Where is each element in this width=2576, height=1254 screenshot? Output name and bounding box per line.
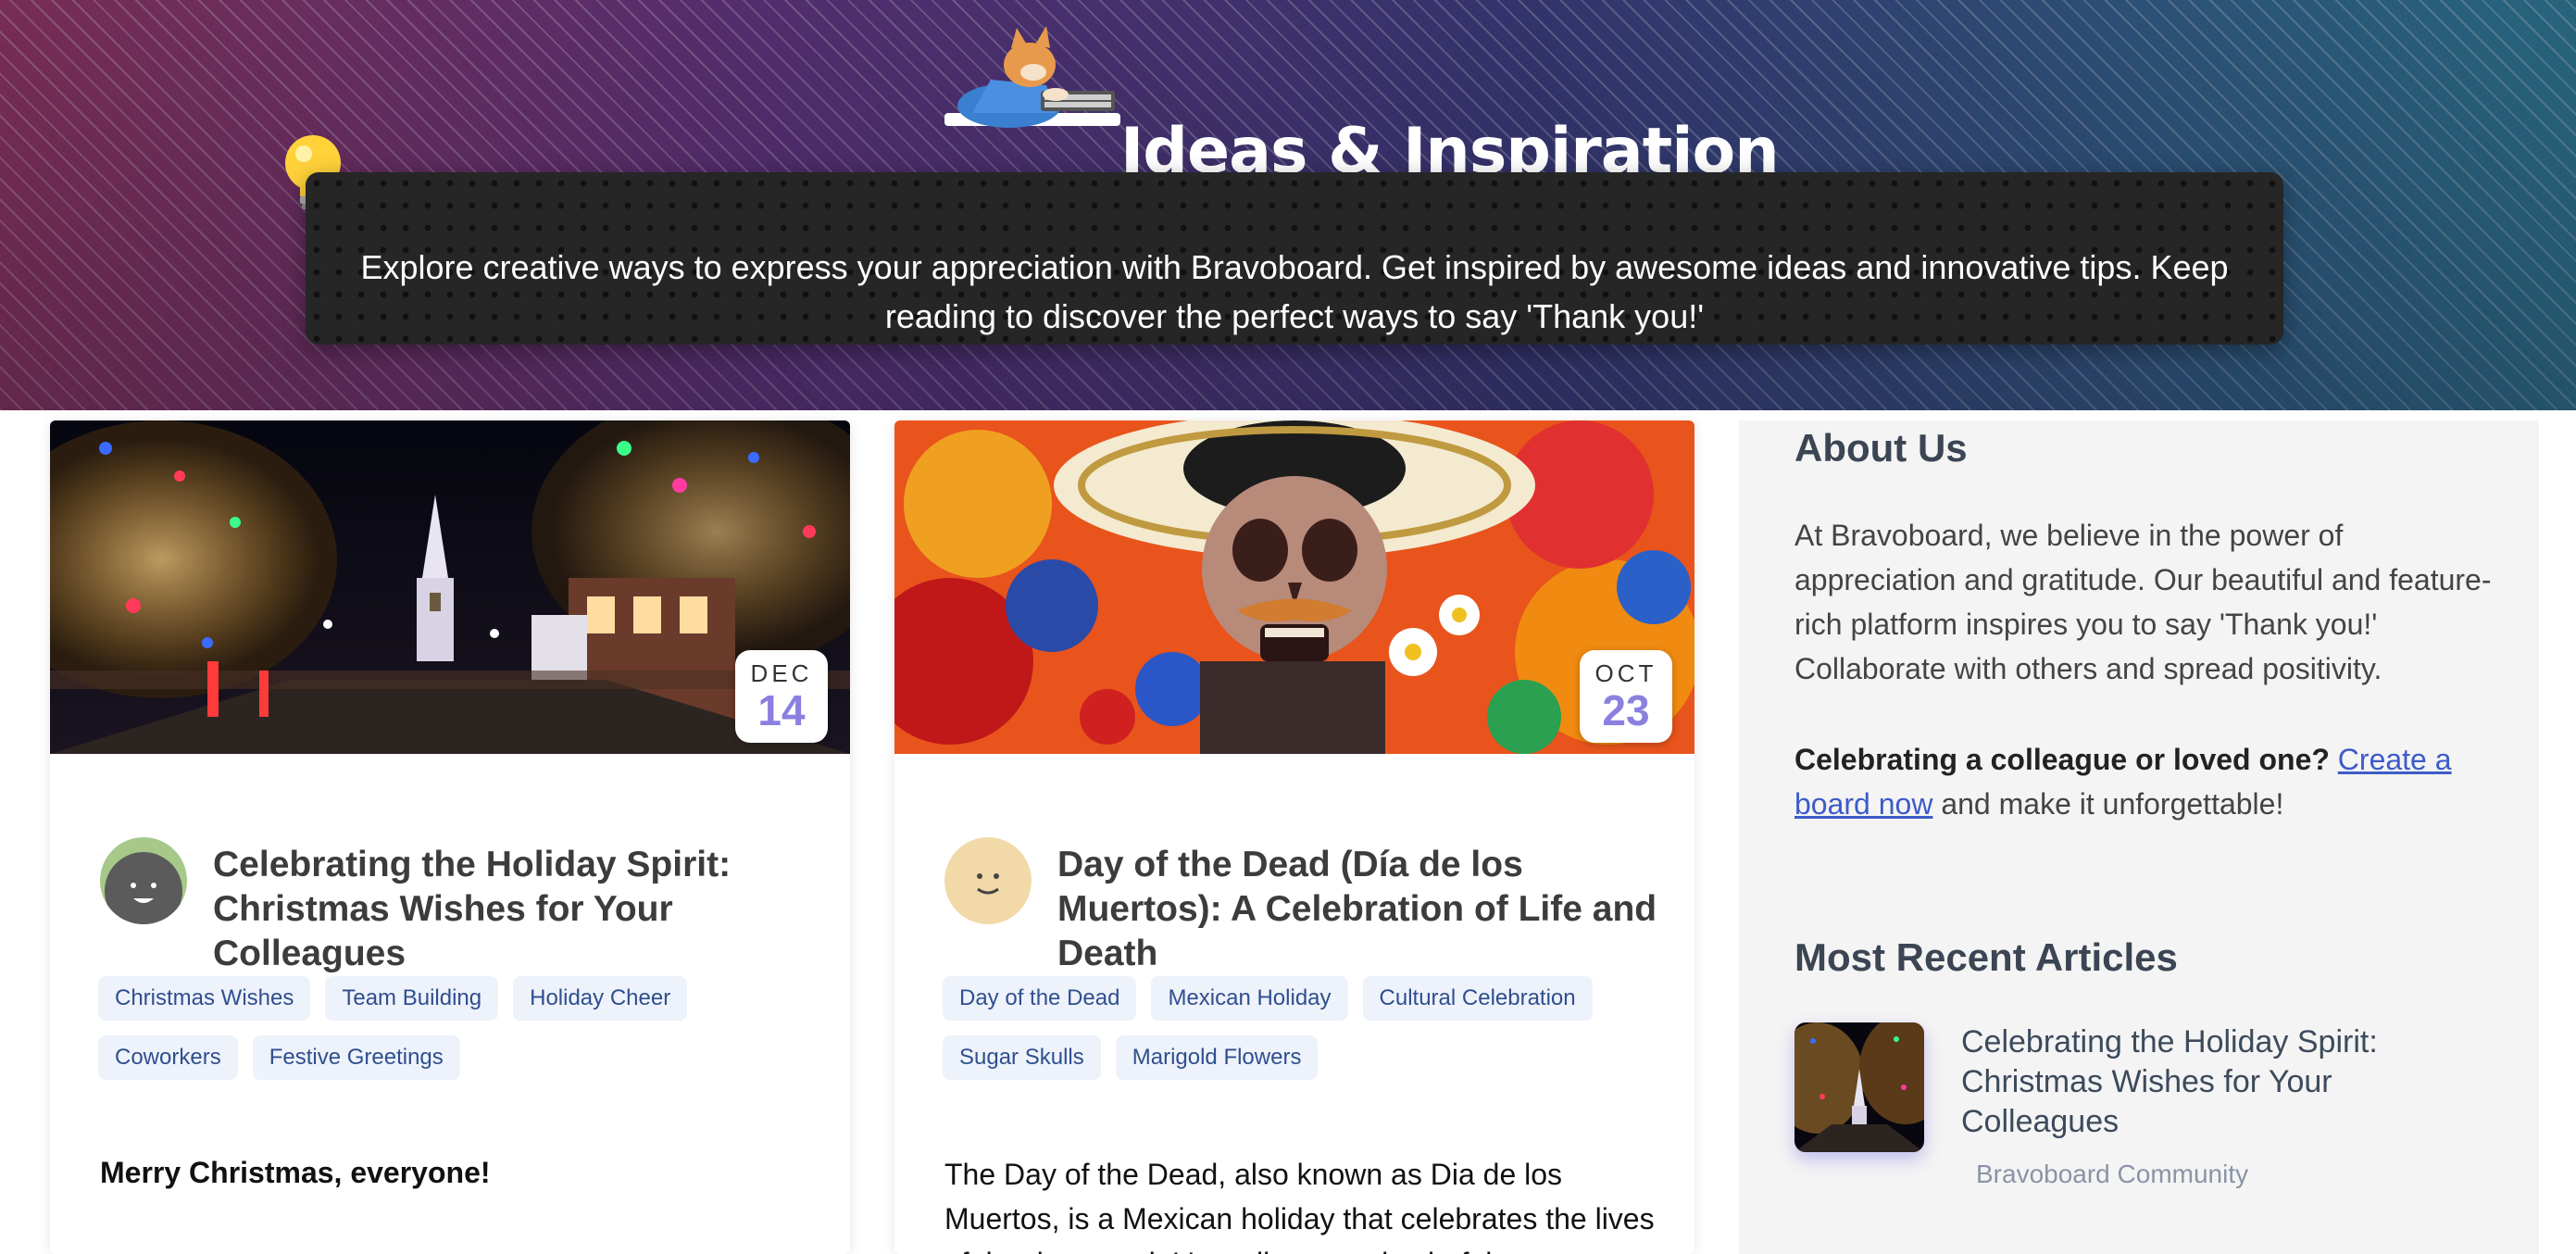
tag[interactable]: Team Building <box>325 976 499 1021</box>
recent-articles-heading: Most Recent Articles <box>1794 935 2178 979</box>
date-badge: DEC 14 <box>735 650 828 743</box>
tag-list: Christmas Wishes Team Building Holiday C… <box>98 976 820 1080</box>
article-excerpt: The Day of the Dead, also known as Dia d… <box>944 1158 1655 1254</box>
about-heading: About Us <box>1794 426 1968 470</box>
article-image-day-of-the-dead[interactable]: OCT 23 <box>894 420 1694 754</box>
date-day: 14 <box>757 686 806 734</box>
celebrate-question: Celebrating a colleague or loved one? <box>1794 743 2330 776</box>
tag[interactable]: Sugar Skulls <box>943 1035 1101 1080</box>
recent-article-thumbnail[interactable] <box>1794 1022 1924 1152</box>
recent-article-author: Bravoboard Community <box>1976 1160 2249 1188</box>
tag[interactable]: Christmas Wishes <box>98 976 311 1021</box>
tag[interactable]: Day of the Dead <box>943 976 1137 1021</box>
about-text: At Bravoboard, we believe in the power o… <box>1794 519 2492 685</box>
tag[interactable]: Holiday Cheer <box>513 976 688 1021</box>
article-card[interactable]: OCT 23 Day of the Dead (Día de los Muert… <box>894 420 1694 1254</box>
tag[interactable]: Mexican Holiday <box>1151 976 1348 1021</box>
author-avatar <box>944 837 1032 924</box>
sidebar: About Us At Bravoboard, we believe in th… <box>1739 420 2539 1254</box>
recent-article-title[interactable]: Celebrating the Holiday Spirit: Christma… <box>1961 1022 2480 1142</box>
celebrate-rest: and make it unforgettable! <box>1941 787 2284 821</box>
hero-banner: Ideas & Inspiration Explore creative way… <box>0 0 2576 410</box>
tag[interactable]: Festive Greetings <box>252 1035 460 1080</box>
date-day: 23 <box>1602 686 1650 734</box>
date-badge: OCT 23 <box>1580 650 1672 743</box>
celebrate-text: Celebrating a colleague or loved one? Cr… <box>1794 737 2507 826</box>
article-title[interactable]: Celebrating the Holiday Spirit: Christma… <box>213 843 824 976</box>
date-month: DEC <box>750 659 813 687</box>
tag[interactable]: Cultural Celebration <box>1362 976 1593 1021</box>
tag[interactable]: Coworkers <box>98 1035 238 1080</box>
hero-description: Explore creative ways to express your ap… <box>360 248 2229 335</box>
hero-description-box: Explore creative ways to express your ap… <box>306 172 2283 345</box>
author-avatar <box>100 837 187 924</box>
tag-list: Day of the Dead Mexican Holiday Cultural… <box>943 976 1665 1080</box>
recent-article-item[interactable]: Celebrating the Holiday Spirit: Christma… <box>1794 1022 2507 1198</box>
cat-keyboard-illustration <box>944 26 1120 128</box>
date-month: OCT <box>1594 659 1657 687</box>
tag[interactable]: Marigold Flowers <box>1115 1035 1319 1080</box>
article-title[interactable]: Day of the Dead (Día de los Muertos): A … <box>1057 843 1669 976</box>
article-card[interactable]: DEC 14 Celebrating the Holiday Spirit: C… <box>50 420 850 1254</box>
article-excerpt: Merry Christmas, everyone! <box>100 1156 491 1189</box>
article-image-christmas[interactable]: DEC 14 <box>50 420 850 754</box>
